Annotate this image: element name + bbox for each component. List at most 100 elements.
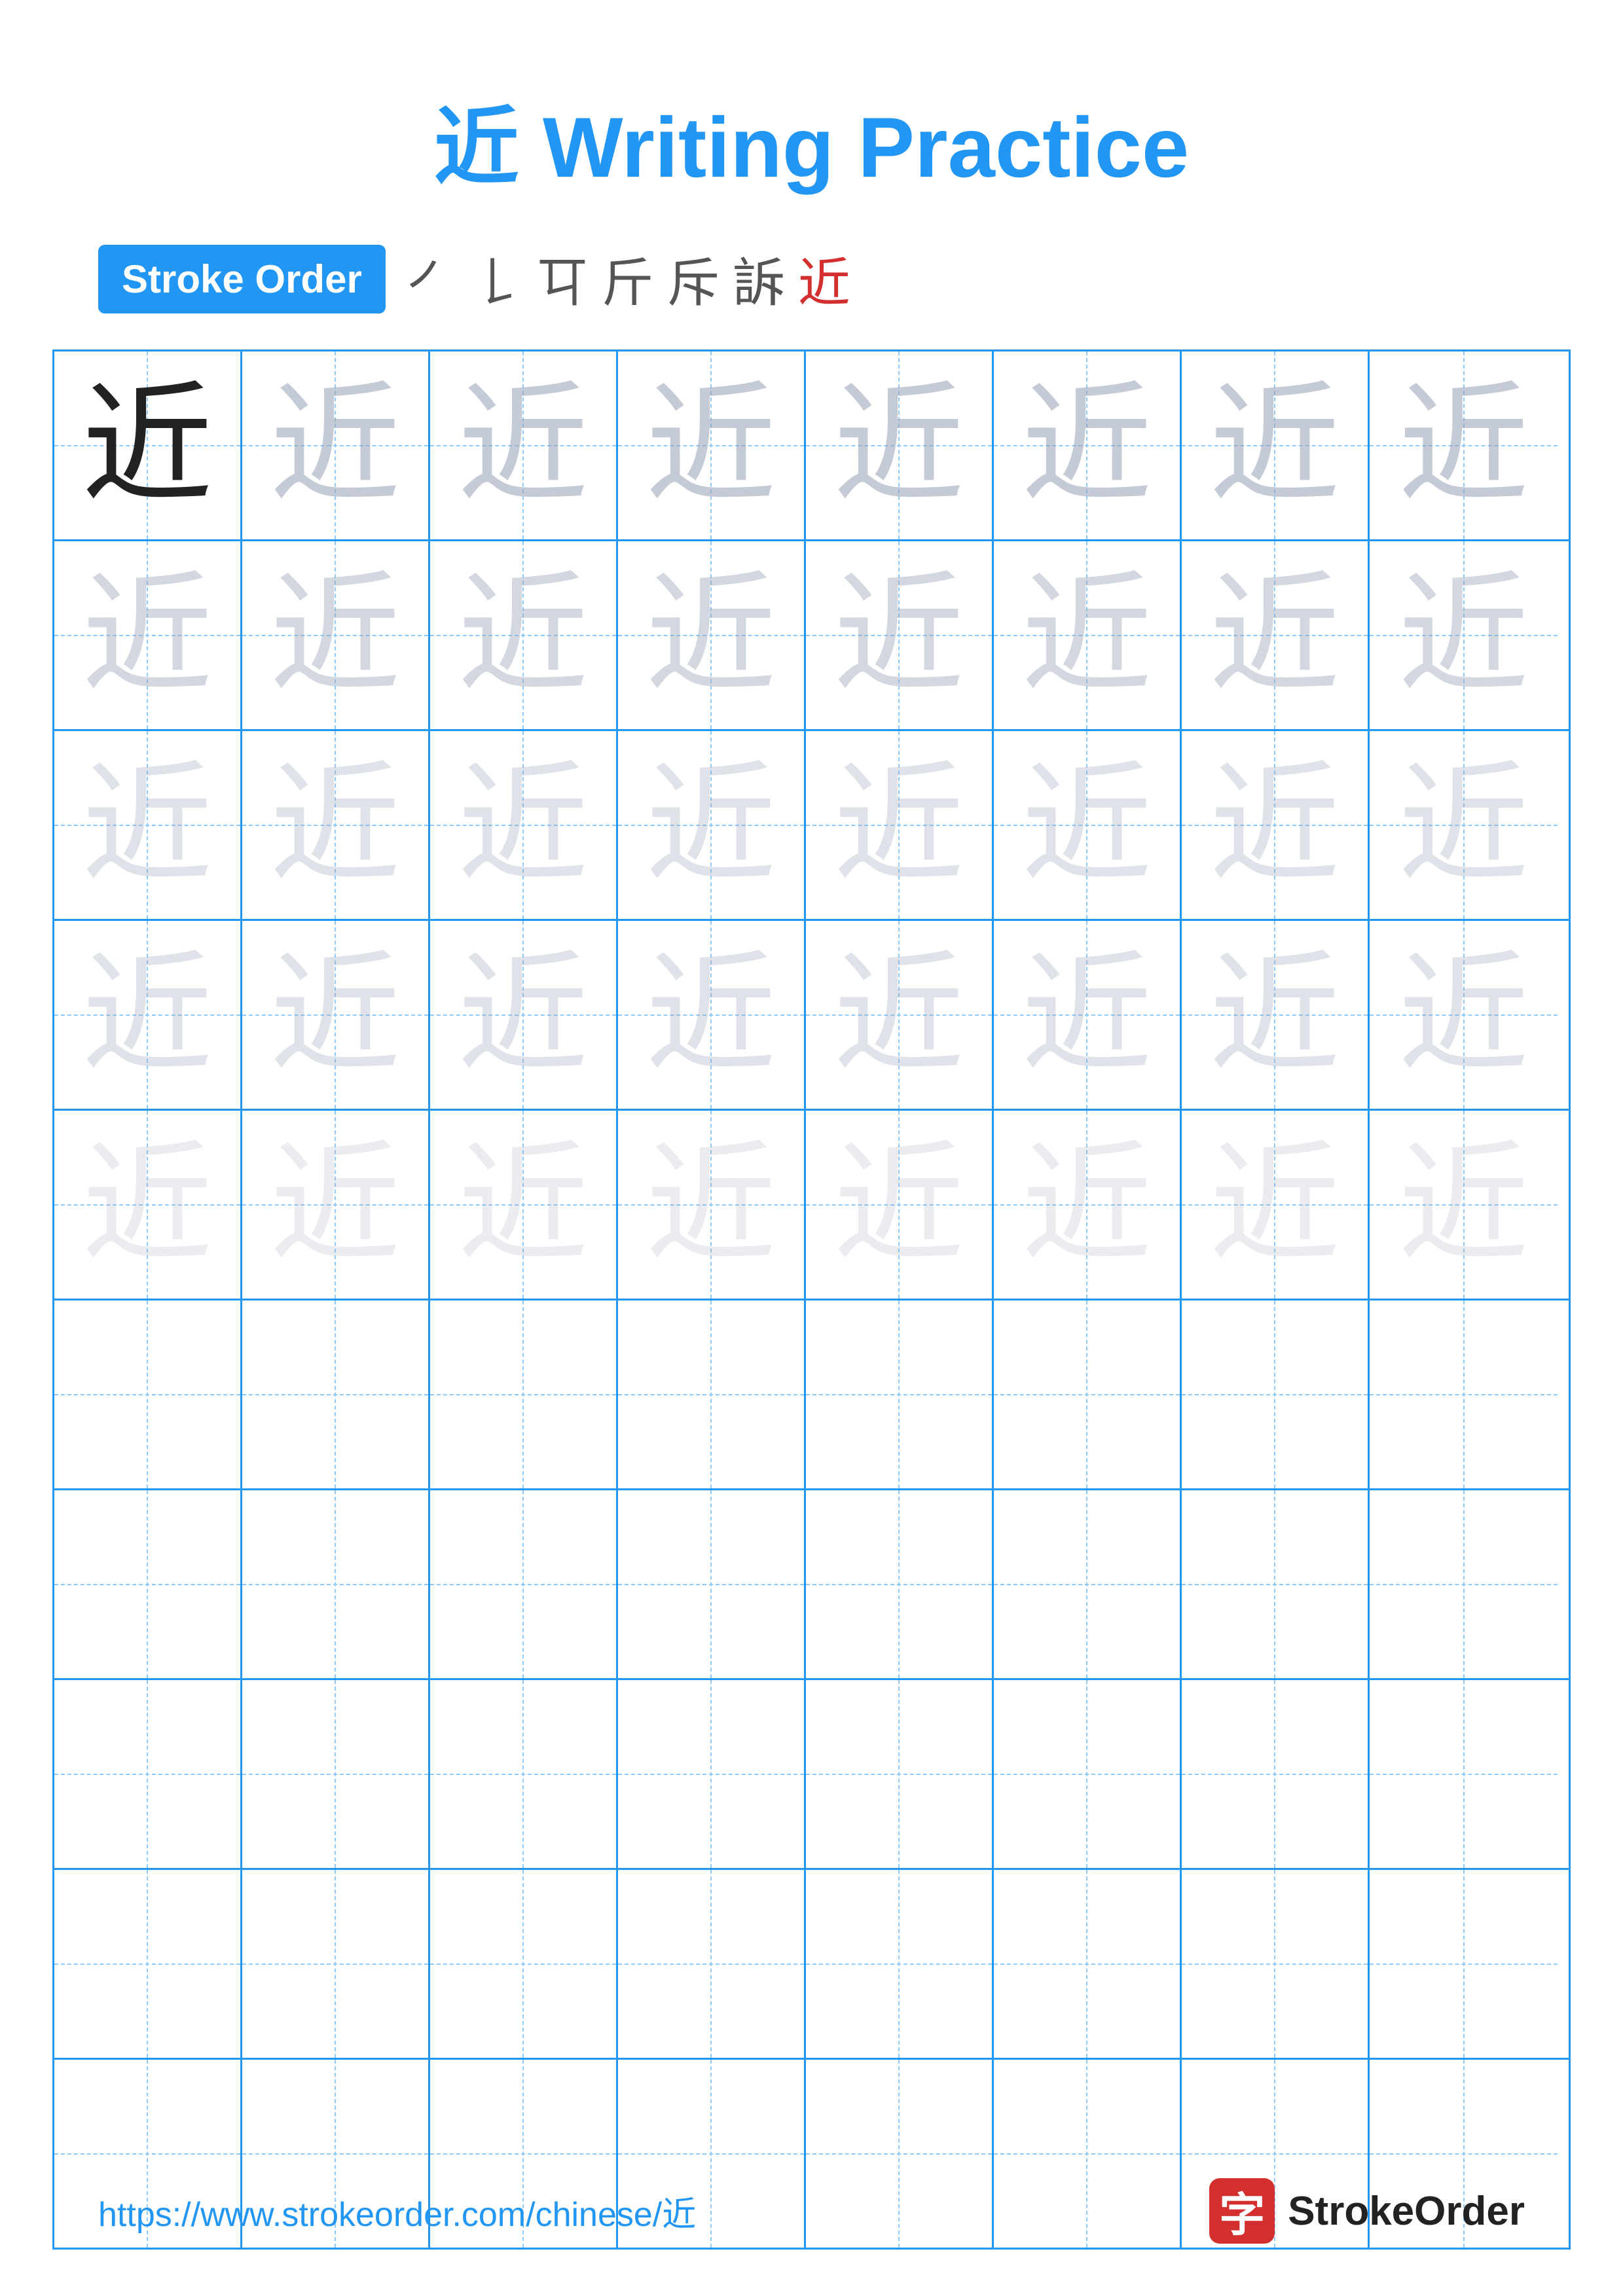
grid-cell[interactable] [806, 1490, 994, 1678]
grid-cell[interactable] [994, 1300, 1182, 1488]
stroke-order-chars: ㇒ 𠄌 㔿 斤 斥 訴 近 [405, 241, 850, 317]
grid-cell[interactable]: 近 [994, 1111, 1182, 1299]
practice-char: 近 [646, 570, 776, 701]
grid-cell[interactable] [618, 1680, 806, 1868]
grid-cell[interactable] [430, 1490, 618, 1678]
grid-cell[interactable]: 近 [242, 1111, 430, 1299]
grid-cell[interactable]: 近 [1182, 921, 1370, 1109]
grid-cell[interactable]: 近 [1182, 1111, 1370, 1299]
grid-cell[interactable]: 近 [430, 1111, 618, 1299]
grid-cell[interactable] [242, 1490, 430, 1678]
grid-cell[interactable] [54, 1490, 242, 1678]
title-char: 近 [434, 99, 519, 195]
grid-cell[interactable]: 近 [1370, 351, 1558, 539]
grid-cell[interactable] [1370, 1870, 1558, 2058]
grid-cell[interactable]: 近 [242, 921, 430, 1109]
grid-cell[interactable] [430, 1870, 618, 2058]
logo-icon: 字 [1209, 2178, 1275, 2244]
grid-cell[interactable]: 近 [430, 541, 618, 729]
grid-cell[interactable] [1182, 1490, 1370, 1678]
grid-cell[interactable]: 近 [54, 541, 242, 729]
practice-char: 近 [1209, 1139, 1340, 1270]
grid-cell[interactable]: 近 [242, 351, 430, 539]
practice-char: 近 [270, 570, 401, 701]
grid-cell[interactable]: 近 [618, 541, 806, 729]
grid-cell[interactable]: 近 [994, 921, 1182, 1109]
grid-cell[interactable] [242, 1300, 430, 1488]
practice-char: 近 [1021, 570, 1152, 701]
grid-cell[interactable]: 近 [994, 731, 1182, 919]
grid-cell[interactable] [1370, 1490, 1558, 1678]
grid-cell[interactable]: 近 [430, 731, 618, 919]
grid-cell[interactable]: 近 [242, 541, 430, 729]
grid-cell[interactable]: 近 [1182, 731, 1370, 919]
grid-cell[interactable]: 近 [54, 351, 242, 539]
grid-cell[interactable]: 近 [806, 1111, 994, 1299]
practice-char: 近 [458, 950, 589, 1081]
grid-cell[interactable]: 近 [430, 921, 618, 1109]
grid-cell[interactable]: 近 [994, 541, 1182, 729]
grid-cell[interactable]: 近 [1182, 541, 1370, 729]
practice-char: 近 [1209, 570, 1340, 701]
grid-cell[interactable] [806, 1870, 994, 2058]
grid-row-5: 近 近 近 近 近 近 近 近 [54, 1111, 1569, 1300]
practice-char: 近 [833, 380, 964, 511]
grid-row-1: 近 近 近 近 近 近 近 近 [54, 351, 1569, 541]
grid-cell[interactable] [618, 1490, 806, 1678]
grid-cell[interactable] [1370, 1300, 1558, 1488]
practice-char: 近 [1021, 760, 1152, 891]
grid-cell[interactable] [1182, 1300, 1370, 1488]
practice-char: 近 [270, 1139, 401, 1270]
grid-cell[interactable]: 近 [806, 921, 994, 1109]
practice-char: 近 [82, 570, 213, 701]
grid-cell[interactable]: 近 [1370, 1111, 1558, 1299]
grid-cell[interactable] [806, 1680, 994, 1868]
grid-cell[interactable]: 近 [54, 731, 242, 919]
grid-cell[interactable]: 近 [618, 351, 806, 539]
grid-cell[interactable]: 近 [1370, 921, 1558, 1109]
practice-char: 近 [1398, 1139, 1529, 1270]
practice-char: 近 [1398, 380, 1529, 511]
practice-char: 近 [833, 950, 964, 1081]
grid-cell[interactable]: 近 [1370, 731, 1558, 919]
grid-cell[interactable] [54, 1300, 242, 1488]
page-title: 近 Writing Practice [0, 0, 1623, 241]
grid-cell[interactable] [994, 1490, 1182, 1678]
practice-char: 近 [646, 1139, 776, 1270]
grid-cell[interactable]: 近 [994, 351, 1182, 539]
practice-char: 近 [1398, 570, 1529, 701]
grid-cell[interactable]: 近 [54, 1111, 242, 1299]
practice-char: 近 [458, 380, 589, 511]
grid-cell[interactable]: 近 [806, 731, 994, 919]
grid-cell[interactable]: 近 [618, 731, 806, 919]
grid-row-2: 近 近 近 近 近 近 近 近 [54, 541, 1569, 731]
grid-cell[interactable] [430, 1300, 618, 1488]
grid-cell[interactable]: 近 [806, 351, 994, 539]
grid-cell[interactable] [1182, 1870, 1370, 2058]
grid-cell[interactable] [1370, 1680, 1558, 1868]
stroke-4: 斤 [602, 241, 654, 317]
practice-char: 近 [270, 950, 401, 1081]
grid-cell[interactable] [618, 1300, 806, 1488]
grid-cell[interactable] [618, 1870, 806, 2058]
grid-cell[interactable]: 近 [430, 351, 618, 539]
grid-cell[interactable] [54, 1870, 242, 2058]
grid-cell[interactable]: 近 [1182, 351, 1370, 539]
grid-cell[interactable] [994, 1870, 1182, 2058]
grid-cell[interactable]: 近 [806, 541, 994, 729]
grid-cell[interactable] [242, 1870, 430, 2058]
grid-cell[interactable] [806, 1300, 994, 1488]
grid-cell[interactable]: 近 [242, 731, 430, 919]
grid-cell[interactable] [430, 1680, 618, 1868]
grid-cell[interactable] [242, 1680, 430, 1868]
grid-cell[interactable] [994, 1680, 1182, 1868]
grid-cell[interactable] [54, 1680, 242, 1868]
grid-cell[interactable]: 近 [1370, 541, 1558, 729]
grid-cell[interactable] [1182, 1680, 1370, 1868]
practice-char: 近 [1021, 1139, 1152, 1270]
grid-cell[interactable]: 近 [54, 921, 242, 1109]
grid-cell[interactable]: 近 [618, 1111, 806, 1299]
grid-cell[interactable]: 近 [618, 921, 806, 1109]
grid-row-6 [54, 1300, 1569, 1490]
practice-char: 近 [646, 380, 776, 511]
